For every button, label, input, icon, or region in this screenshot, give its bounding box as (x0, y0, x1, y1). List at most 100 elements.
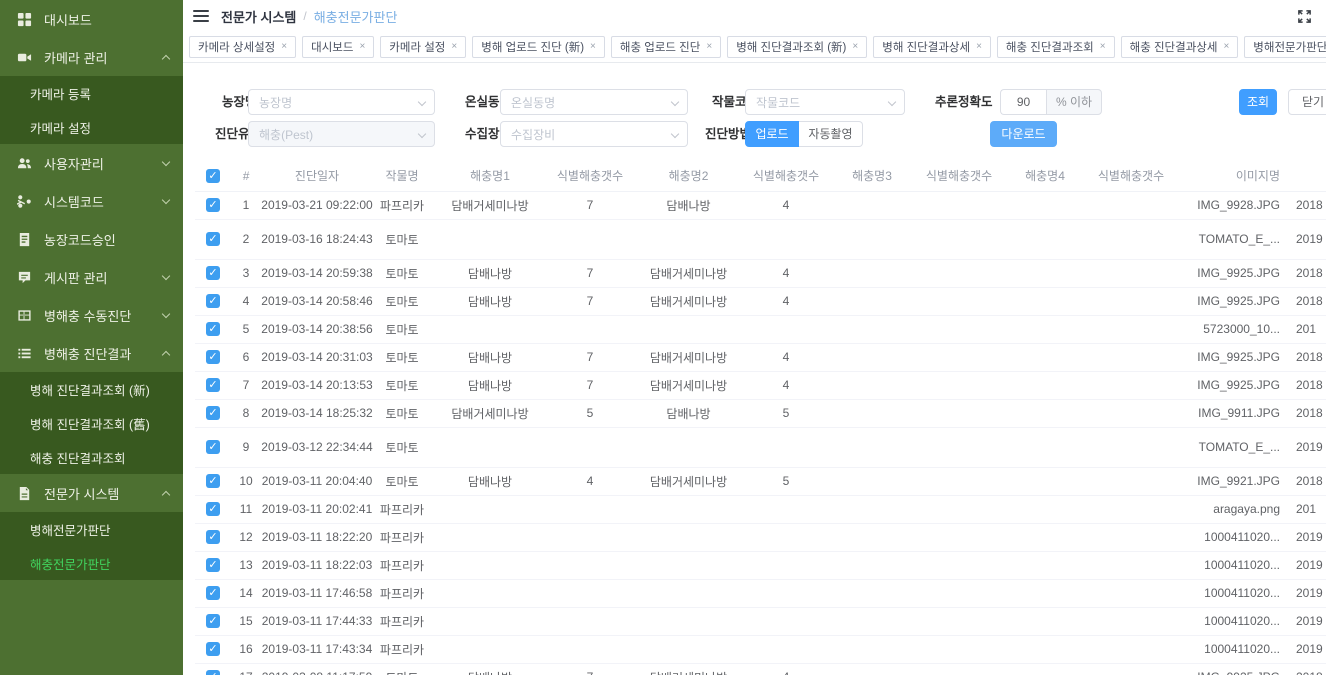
row-checkbox[interactable]: ✓ (206, 474, 220, 488)
table-row-3[interactable]: ✓42019-03-14 20:58:46토마토담배나방7담배거세미나방4IMG… (195, 287, 1326, 315)
cell-9-6: 5 (746, 467, 826, 495)
tab-close-icon[interactable]: × (852, 42, 858, 52)
cell-6-6: 4 (746, 371, 826, 399)
sidebar-subitem-7-0[interactable]: 병해 진단결과조회 (新) (0, 372, 183, 406)
hamburger-menu-icon[interactable] (193, 10, 209, 22)
tab-close-icon[interactable]: × (359, 42, 365, 52)
row-checkbox[interactable]: ✓ (206, 530, 220, 544)
method-auto-button[interactable]: 자동촬영 (799, 121, 863, 147)
table-row-7[interactable]: ✓82019-03-14 18:25:32토마토담배거세미나방5담배나방5IMG… (195, 399, 1326, 427)
method-upload-button[interactable]: 업로드 (745, 121, 799, 147)
table-row-14[interactable]: ✓152019-03-11 17:44:33파프리카1000411020...2… (195, 607, 1326, 635)
row-checkbox[interactable]: ✓ (206, 322, 220, 336)
row-checkbox[interactable]: ✓ (206, 266, 220, 280)
table-row-16[interactable]: ✓172019-03-08 11:17:59토마토담배나방7담배거세미나방4IM… (195, 663, 1326, 675)
sidebar-item-0[interactable]: 대시보드 (0, 0, 183, 38)
table-row-15[interactable]: ✓162019-03-11 17:43:34파프리카1000411020...2… (195, 635, 1326, 663)
table-row-9[interactable]: ✓102019-03-11 20:04:40토마토담배나방4담배거세미나방5IM… (195, 467, 1326, 495)
topbar: 전문가 시스템 / 해충전문가판단 (183, 0, 1326, 32)
tab-1[interactable]: 대시보드× (302, 36, 374, 58)
sidebar-subitem-1-1[interactable]: 카메라 설정 (0, 110, 183, 144)
table-row-6[interactable]: ✓72019-03-14 20:13:53토마토담배나방7담배거세미나방4IMG… (195, 371, 1326, 399)
row-checkbox[interactable]: ✓ (206, 614, 220, 628)
table-row-10[interactable]: ✓112019-03-11 20:02:41파프리카aragaya.png201 (195, 495, 1326, 523)
table-row-12[interactable]: ✓132019-03-11 18:22:03파프리카1000411020...2… (195, 551, 1326, 579)
row-checkbox[interactable]: ✓ (206, 350, 220, 364)
table-row-11[interactable]: ✓122019-03-11 18:22:20파프리카1000411020...2… (195, 523, 1326, 551)
close-button[interactable]: 닫기 (1288, 89, 1326, 115)
column-header-8: 식별해충갯수 (918, 161, 1000, 191)
tab-close-icon[interactable]: × (1223, 42, 1229, 52)
tab-close-icon[interactable]: × (1100, 42, 1106, 52)
cell-16-3: 담배나방 (431, 663, 549, 675)
device-select[interactable]: 수집장비 (500, 121, 688, 147)
tab-6[interactable]: 병해 진단결과상세× (873, 36, 991, 58)
sidebar-item-3[interactable]: 시스템코드 (0, 182, 183, 220)
cell-10-1: 2019-03-11 20:02:41 (261, 495, 373, 523)
cell-5-2: 토마토 (373, 343, 431, 371)
tab-8[interactable]: 해충 진단결과상세× (1121, 36, 1239, 58)
sidebar-subitem-8-0[interactable]: 병해전문가판단 (0, 512, 183, 546)
sidebar-item-1[interactable]: 카메라 관리 (0, 38, 183, 76)
sidebar-item-7[interactable]: 병해충 진단결과 (0, 334, 183, 372)
table-row-2[interactable]: ✓32019-03-14 20:59:38토마토담배나방7담배거세미나방4IMG… (195, 259, 1326, 287)
sidebar-subitem-8-1[interactable]: 해충전문가판단 (0, 546, 183, 580)
tab-close-icon[interactable]: × (590, 42, 596, 52)
sidebar-item-6[interactable]: 병해충 수동진단 (0, 296, 183, 334)
sidebar-item-2[interactable]: 사용자관리 (0, 144, 183, 182)
sidebar-subitem-7-1[interactable]: 병해 진단결과조회 (舊) (0, 406, 183, 440)
table-row-8[interactable]: ✓92019-03-12 22:34:44토마토TOMATO_E_...2019 (195, 427, 1326, 467)
greenhouse-select[interactable]: 온실동명 (500, 89, 688, 115)
row-checkbox[interactable]: ✓ (206, 440, 220, 454)
tab-2[interactable]: 카메라 설정× (380, 36, 466, 58)
table-row-1[interactable]: ✓22019-03-16 18:24:43토마토TOMATO_E_...2019 (195, 219, 1326, 259)
tab-3[interactable]: 병해 업로드 진단 (新)× (472, 36, 605, 58)
cell-3-4: 7 (549, 287, 631, 315)
cell-1-8 (918, 219, 1000, 259)
tab-7[interactable]: 해충 진단결과조회× (997, 36, 1115, 58)
cell-16-5: 담배거세미나방 (631, 663, 746, 675)
list-icon (16, 345, 32, 361)
row-checkbox[interactable]: ✓ (206, 232, 220, 246)
tab-close-icon[interactable]: × (281, 42, 287, 52)
tab-close-icon[interactable]: × (976, 42, 982, 52)
cell-16-2: 토마토 (373, 663, 431, 675)
search-button[interactable]: 조회 (1239, 89, 1277, 115)
select-all-checkbox[interactable]: ✓ (206, 169, 220, 183)
sidebar-subitem-1-0[interactable]: 카메라 등록 (0, 76, 183, 110)
sidebar-submenu-8: 병해전문가판단해충전문가판단 (0, 512, 183, 580)
row-checkbox-cell: ✓ (195, 635, 231, 663)
tab-0[interactable]: 카메라 상세설정× (189, 36, 296, 58)
tab-close-icon[interactable]: × (706, 42, 712, 52)
download-button[interactable]: 다운로드 (990, 121, 1057, 147)
fullscreen-icon[interactable] (1297, 9, 1312, 24)
sidebar-item-4[interactable]: 농장코드승인 (0, 220, 183, 258)
breadcrumb-section[interactable]: 전문가 시스템 (221, 7, 296, 26)
accuracy-input[interactable] (1000, 89, 1046, 115)
farm-select[interactable]: 농장명 (248, 89, 435, 115)
row-checkbox[interactable]: ✓ (206, 586, 220, 600)
tab-4[interactable]: 해충 업로드 진단× (611, 36, 721, 58)
table-row-5[interactable]: ✓62019-03-14 20:31:03토마토담배나방7담배거세미나방4IMG… (195, 343, 1326, 371)
row-checkbox[interactable]: ✓ (206, 294, 220, 308)
row-checkbox[interactable]: ✓ (206, 642, 220, 656)
cell-11-12: 2019 (1284, 523, 1326, 551)
table-row-4[interactable]: ✓52019-03-14 20:38:56토마토5723000_10...201 (195, 315, 1326, 343)
row-checkbox[interactable]: ✓ (206, 406, 220, 420)
row-checkbox[interactable]: ✓ (206, 198, 220, 212)
table-row-13[interactable]: ✓142019-03-11 17:46:58파프리카1000411020...2… (195, 579, 1326, 607)
row-checkbox[interactable]: ✓ (206, 670, 220, 675)
sidebar-item-8[interactable]: 전문가 시스템 (0, 474, 183, 512)
row-checkbox[interactable]: ✓ (206, 378, 220, 392)
row-checkbox[interactable]: ✓ (206, 558, 220, 572)
row-checkbox[interactable]: ✓ (206, 502, 220, 516)
tab-close-icon[interactable]: × (451, 42, 457, 52)
sidebar-item-5[interactable]: 게시판 관리 (0, 258, 183, 296)
sidebar-subitem-7-2[interactable]: 해충 진단결과조회 (0, 440, 183, 474)
diagnosis-type-select[interactable]: 해충(Pest) (248, 121, 435, 147)
tab-5[interactable]: 병해 진단결과조회 (新)× (727, 36, 867, 58)
table-row-0[interactable]: ✓12019-03-21 09:22:00파프리카담배거세미나방7담배나방4IM… (195, 191, 1326, 219)
row-checkbox-cell: ✓ (195, 495, 231, 523)
crop-code-select[interactable]: 작물코드 (745, 89, 905, 115)
tab-9[interactable]: 병해전문가판단× (1244, 36, 1326, 58)
